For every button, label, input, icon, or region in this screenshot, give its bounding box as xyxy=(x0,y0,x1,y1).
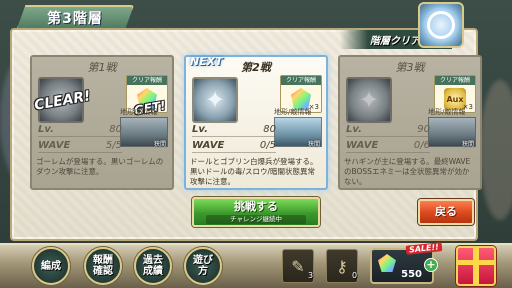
floor-reward-orb[interactable] xyxy=(418,2,464,48)
wave-row: WAVE 0/5 xyxy=(192,139,276,153)
key-icon: ⚷ xyxy=(336,256,348,276)
card-description: ドールとゴブリン白爆兵が登場する。黒いドールの毒/スロウ/暗闇状態異常攻撃に注意… xyxy=(190,157,318,186)
menu-label: 報酬 確認 xyxy=(93,255,113,277)
orb-ring-icon xyxy=(427,11,455,39)
level-row: Lv. 90 xyxy=(346,123,430,137)
back-button[interactable]: 戻る xyxy=(418,199,474,225)
terrain-name: 狭間 xyxy=(307,141,320,148)
add-stone-button[interactable]: + xyxy=(424,258,438,272)
menu-label: 編成 xyxy=(41,260,61,272)
wave-label: WAVE xyxy=(346,140,379,151)
terrain-name: 狭間 xyxy=(461,141,474,148)
scroll-item-count: 3 xyxy=(308,271,314,280)
background-blob xyxy=(480,80,512,220)
level-row: Lv. 80 xyxy=(38,123,122,137)
wave-value: 0/5 xyxy=(259,140,276,151)
menu-label: 遊び 方 xyxy=(193,255,213,277)
card-description: ゴーレムが登場する。黒いゴーレムのダウン攻撃に注意。 xyxy=(36,157,164,176)
card-title: 第3戦 xyxy=(395,61,425,74)
battle-card-2[interactable]: NEXT 第2戦 ✦ クリア報酬 ×3 地形/敵情報 狭間 Lv. 80 WAV… xyxy=(184,55,328,190)
card-description: サハギンが主に登場する。最終WAVEのBOSSエネミーは全状態異常が効かない。 xyxy=(344,157,471,186)
wave-label: WAVE xyxy=(38,140,71,151)
scroll-icon: ✎ xyxy=(291,256,305,276)
terrain-label: 地形/敵情報 xyxy=(120,108,158,116)
menu-formation-button[interactable]: 編成 xyxy=(32,247,70,285)
level-value: 90 xyxy=(417,124,430,135)
crystal-boss-icon: ✦ xyxy=(192,77,238,123)
reward-box-label: クリア報酬 xyxy=(281,76,321,85)
level-label: Lv. xyxy=(192,124,208,135)
card-title: 第1戦 xyxy=(87,61,117,74)
challenge-button[interactable]: 挑戦する チャレンジ継続中 xyxy=(192,197,320,227)
terrain-label: 地形/敵情報 xyxy=(274,108,312,116)
rainbow-gem-icon xyxy=(378,254,396,272)
wave-value: 0/6 xyxy=(413,140,430,151)
menu-reward-check-button[interactable]: 報酬 確認 xyxy=(84,247,122,285)
battle-card-3[interactable]: 第3戦 ✦ クリア報酬 Aux ×3 地形/敵情報 狭間 Lv. 90 WAVE… xyxy=(338,55,482,190)
gift-box-button[interactable] xyxy=(456,246,496,286)
wave-row: WAVE 5/5 xyxy=(38,139,122,153)
level-value: 80 xyxy=(263,124,276,135)
challenge-sub-label: チャレンジ継続中 xyxy=(206,215,306,224)
sahagin-boss-icon: ✦ xyxy=(346,77,392,123)
wave-row: WAVE 0/6 xyxy=(346,139,430,153)
menu-history-button[interactable]: 過去 成績 xyxy=(134,247,172,285)
terrain-name: 狭間 xyxy=(153,141,166,148)
card-title: 第2戦 xyxy=(241,61,271,74)
key-item-count: 0 xyxy=(352,271,358,280)
stone-count: 550 xyxy=(401,269,422,280)
battle-card-1[interactable]: 第1戦 ✦ CLEAR! クリア報酬 GET! 地形/敵情報 狭間 Lv. 80… xyxy=(30,55,174,190)
wave-label: WAVE xyxy=(192,140,225,151)
challenge-label: 挑戦する xyxy=(234,200,278,213)
menu-label: 過去 成績 xyxy=(143,255,163,277)
level-label: Lv. xyxy=(38,124,54,135)
level-row: Lv. 80 xyxy=(192,123,276,137)
level-value: 80 xyxy=(109,124,122,135)
level-label: Lv. xyxy=(346,124,362,135)
reward-box-label: クリア報酬 xyxy=(127,76,167,85)
wave-value: 5/5 xyxy=(105,140,122,151)
reward-box-label: クリア報酬 xyxy=(435,76,475,85)
terrain-label: 地形/敵情報 xyxy=(428,108,466,116)
menu-help-button[interactable]: 遊び 方 xyxy=(184,247,222,285)
